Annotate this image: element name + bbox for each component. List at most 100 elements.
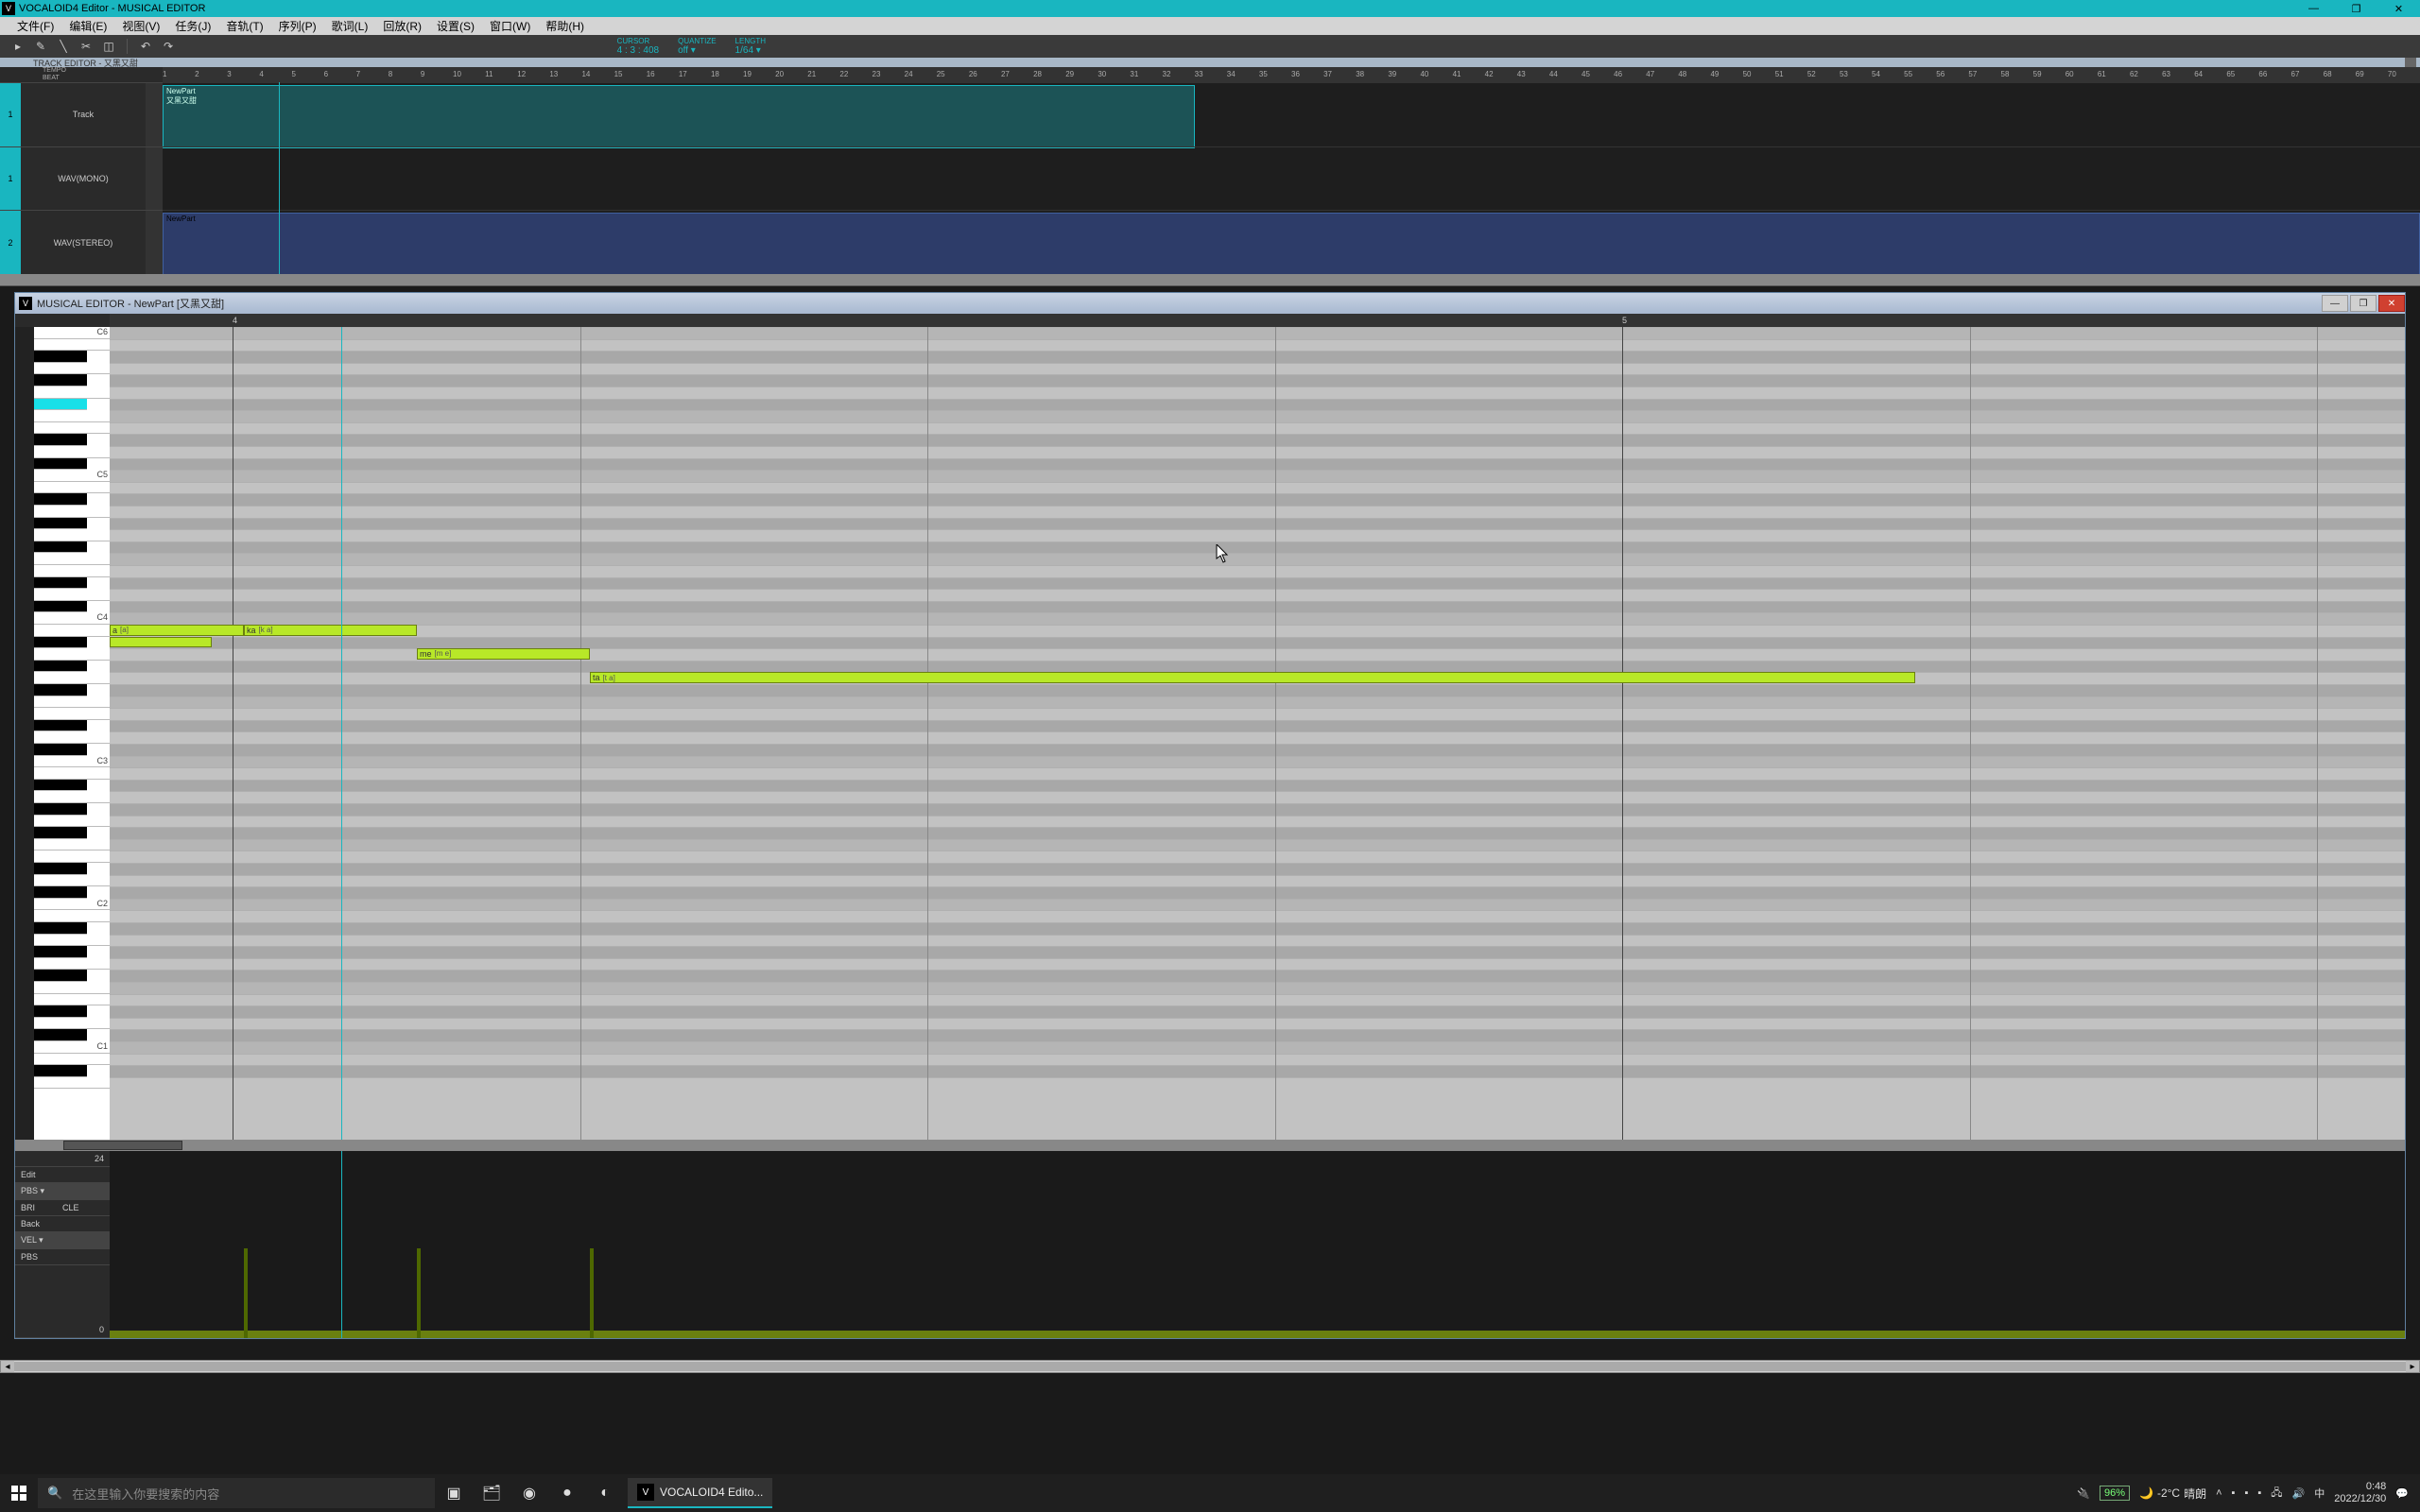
piano-white-key[interactable]: [34, 422, 110, 435]
piano-white-key[interactable]: [34, 672, 110, 684]
track-editor-scrollbar[interactable]: [0, 274, 2420, 285]
piano-black-key[interactable]: [34, 493, 87, 506]
piano-black-key[interactable]: [34, 946, 87, 958]
menu-track[interactable]: 音轨(T): [218, 18, 270, 34]
piano-keyboard[interactable]: C6C5C4C3C2C1: [15, 327, 110, 1140]
velocity-bar[interactable]: [417, 1248, 421, 1338]
piano-white-key[interactable]: [34, 982, 110, 994]
menu-lyrics[interactable]: 歌词(L): [324, 18, 376, 34]
volume-icon[interactable]: 🔊: [2292, 1487, 2306, 1500]
piano-black-key[interactable]: [34, 458, 87, 471]
scroll-right-arrow-icon[interactable]: ▸: [2406, 1361, 2419, 1372]
menu-job[interactable]: 任务(J): [167, 18, 218, 34]
mute-solo-toggles[interactable]: [146, 147, 163, 211]
menu-edit[interactable]: 编辑(E): [61, 18, 114, 34]
piano-white-key[interactable]: [34, 708, 110, 720]
file-explorer-icon[interactable]: 🗂: [473, 1474, 510, 1512]
piano-black-key[interactable]: [34, 744, 87, 756]
track-playhead[interactable]: [279, 82, 280, 274]
chrome-icon[interactable]: ◉: [510, 1474, 548, 1512]
piano-white-key[interactable]: [34, 553, 110, 565]
piano-black-key[interactable]: [34, 1005, 87, 1018]
piano-black-key[interactable]: [34, 1065, 87, 1077]
menu-settings[interactable]: 设置(S): [429, 18, 482, 34]
scroll-left-arrow-icon[interactable]: ◂: [1, 1361, 14, 1372]
musical-editor-close-button[interactable]: ✕: [2378, 295, 2405, 312]
piano-black-key[interactable]: [34, 518, 87, 530]
window-maximize-button[interactable]: ❐: [2335, 0, 2377, 17]
piano-white-key[interactable]: [34, 410, 110, 422]
track-ruler[interactable]: 1234567891011121314151617181920212223242…: [163, 67, 2420, 82]
taskbar-app-vocaloid[interactable]: V VOCALOID4 Edito...: [628, 1478, 772, 1508]
menu-sequence[interactable]: 序列(P): [271, 18, 324, 34]
quantize-setting[interactable]: QUANTIZE off ▾: [678, 37, 716, 56]
piano-white-key[interactable]: [34, 625, 110, 637]
weather-widget[interactable]: 🌙 -2°C 晴朗: [2139, 1486, 2206, 1502]
piano-white-key[interactable]: [34, 731, 110, 744]
piano-white-key[interactable]: [34, 935, 110, 947]
note[interactable]: [110, 637, 212, 648]
piano-white-key[interactable]: [34, 791, 110, 803]
piano-white-key[interactable]: [34, 529, 110, 541]
menu-window[interactable]: 窗口(W): [482, 18, 538, 34]
track-header-vocal[interactable]: 1 Track: [0, 82, 163, 146]
piano-white-key[interactable]: [34, 1018, 110, 1030]
piano-black-key[interactable]: [34, 601, 87, 613]
piano-black-key[interactable]: [34, 863, 87, 875]
piano-black-key[interactable]: [34, 827, 87, 839]
note[interactable]: a[a]: [110, 625, 244, 636]
piano-white-key[interactable]: [34, 767, 110, 780]
piano-black-key[interactable]: [34, 803, 87, 816]
pianoroll-playhead[interactable]: [341, 327, 342, 1140]
piano-black-key[interactable]: [34, 541, 87, 554]
musical-editor-minimize-button[interactable]: —: [2322, 295, 2348, 312]
piano-white-key[interactable]: [34, 1054, 110, 1066]
piano-black-key[interactable]: [34, 434, 87, 446]
ime-indicator[interactable]: 中: [2314, 1486, 2325, 1501]
piano-black-key[interactable]: [34, 637, 87, 649]
note[interactable]: me[m e]: [417, 648, 590, 660]
piano-black-key[interactable]: [34, 970, 87, 982]
note[interactable]: ta[t a]: [590, 672, 1915, 683]
piano-black-key[interactable]: [34, 922, 87, 935]
piano-white-key[interactable]: [34, 958, 110, 971]
mute-solo-toggles[interactable]: [146, 211, 163, 274]
taskbar-clock[interactable]: 0:48 2022/12/30: [2334, 1481, 2386, 1505]
redo-tool-icon[interactable]: ↷: [160, 38, 177, 55]
param-cle-button[interactable]: CLE: [62, 1203, 104, 1212]
piano-white-key[interactable]: [34, 648, 110, 661]
piano-white-key[interactable]: [34, 816, 110, 828]
track-header-wav-stereo[interactable]: 2 WAV(STEREO): [0, 210, 163, 274]
pencil-tool-icon[interactable]: ✎: [32, 38, 49, 55]
tray-icon-1[interactable]: ▪: [2232, 1487, 2236, 1499]
menu-file[interactable]: 文件(F): [9, 18, 61, 34]
piano-black-key[interactable]: [34, 720, 87, 732]
piano-black-key[interactable]: [34, 886, 87, 899]
track-lane-area[interactable]: NewPart又黑又甜NewPart: [163, 82, 2420, 274]
piano-black-key[interactable]: [34, 577, 87, 590]
pointer-tool-icon[interactable]: ▸: [9, 38, 26, 55]
vocal-clip[interactable]: NewPart又黑又甜: [163, 85, 1195, 148]
piano-white-key[interactable]: [34, 565, 110, 577]
piano-white-key[interactable]: [34, 339, 110, 352]
main-h-scrollbar[interactable]: ◂ ▸: [0, 1360, 2420, 1373]
notifications-icon[interactable]: 💬: [2395, 1487, 2409, 1500]
param-pbs2-button[interactable]: PBS: [15, 1249, 110, 1265]
piano-white-key[interactable]: [34, 446, 110, 458]
tray-icon-2[interactable]: ▪: [2244, 1487, 2248, 1499]
app-icon-1[interactable]: ●: [548, 1474, 586, 1512]
piano-white-key[interactable]: [34, 506, 110, 518]
piano-black-key[interactable]: [34, 374, 87, 387]
piano-white-key[interactable]: [34, 1077, 110, 1090]
piano-black-key[interactable]: [34, 780, 87, 792]
velocity-bar[interactable]: [244, 1248, 248, 1338]
note[interactable]: ka[k a]: [244, 625, 417, 636]
knife-tool-icon[interactable]: ✂: [78, 38, 95, 55]
undo-tool-icon[interactable]: ↶: [137, 38, 154, 55]
piano-white-key[interactable]: [34, 363, 110, 375]
piano-white-key[interactable]: [34, 875, 110, 887]
piano-white-key[interactable]: [34, 696, 110, 709]
piano-white-key[interactable]: [34, 482, 110, 494]
task-view-icon[interactable]: ▣: [435, 1474, 473, 1512]
piano-black-key[interactable]: [34, 684, 87, 696]
